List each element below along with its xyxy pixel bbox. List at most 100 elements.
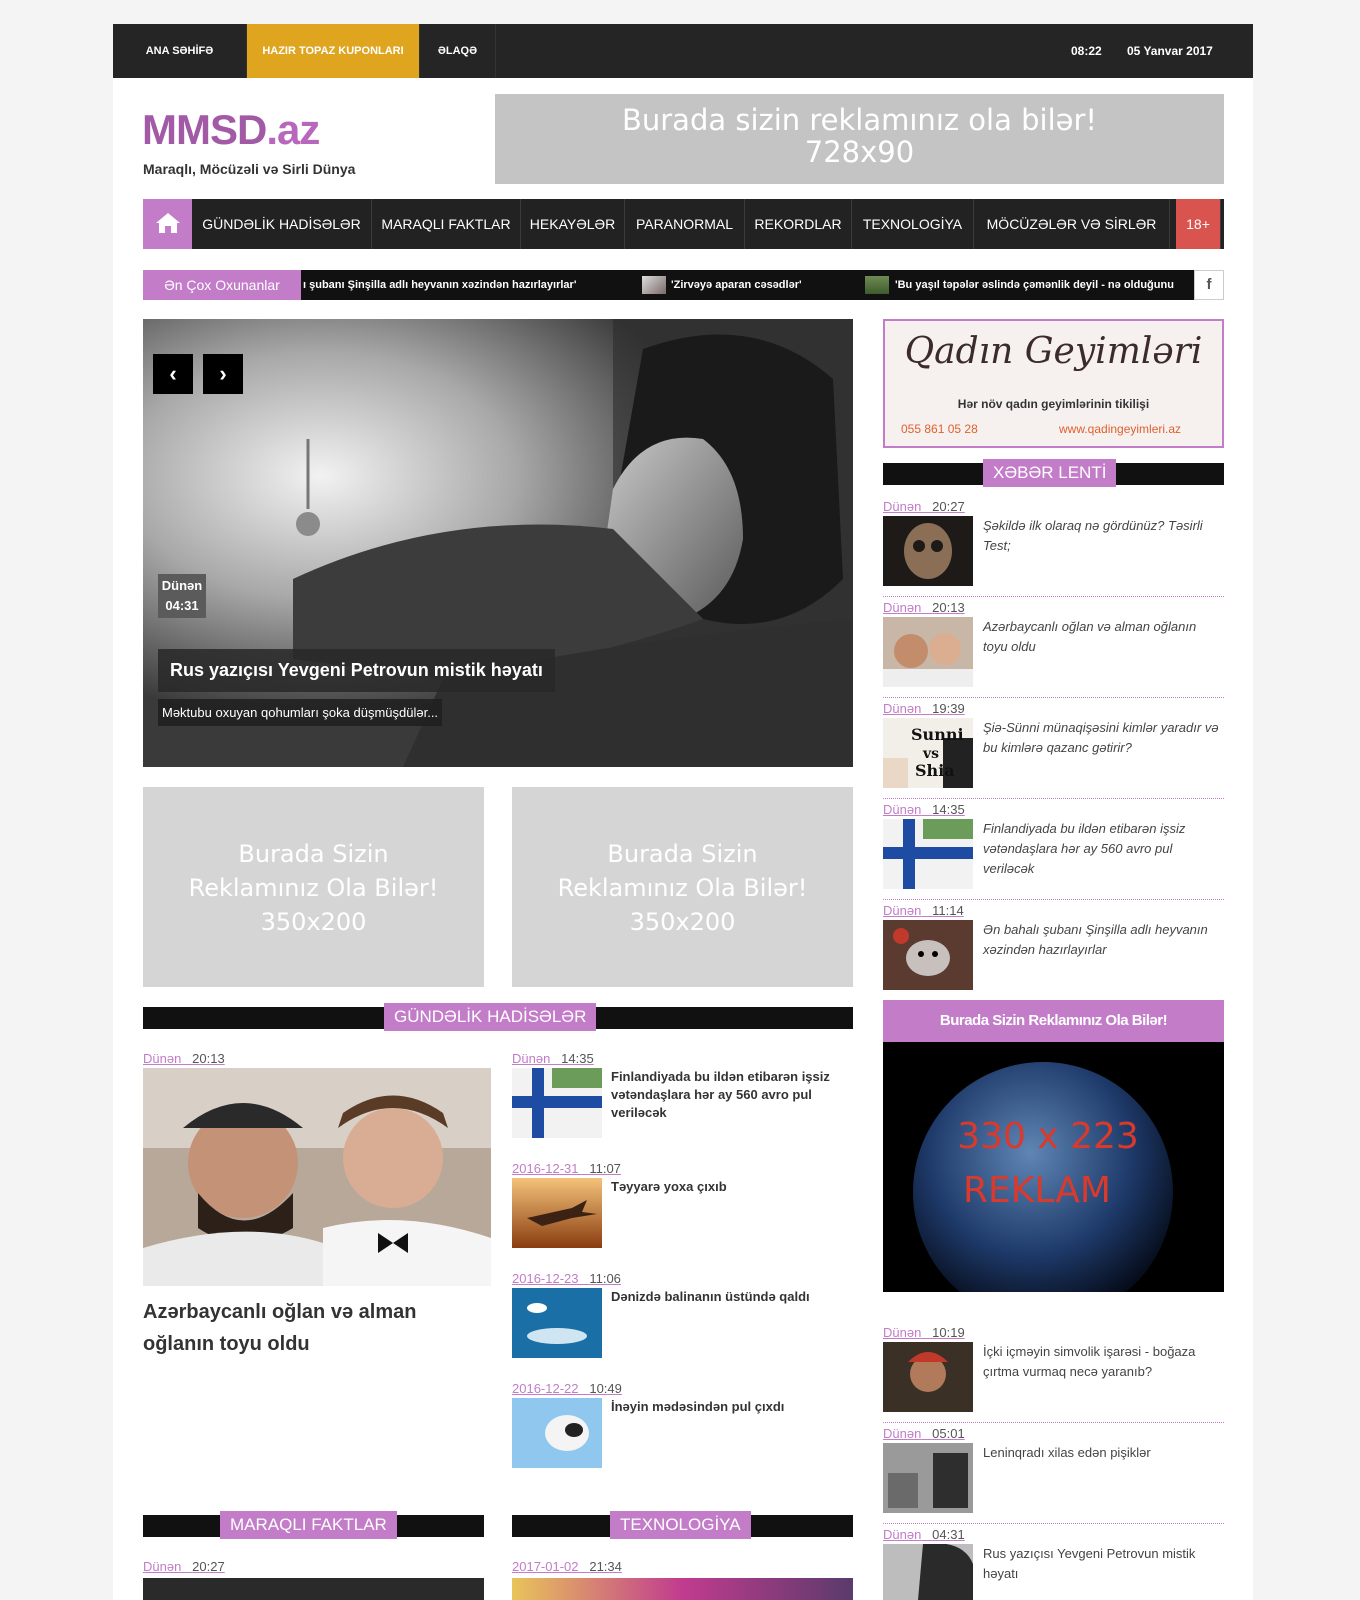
featured-date: Dünən 20:13 [143, 1051, 225, 1066]
item-thumb[interactable] [512, 1398, 602, 1468]
ad-330x223[interactable]: Burada Sizin Reklamınız Ola Bilər! 330 x… [883, 1000, 1224, 1292]
divider [883, 1523, 1224, 1524]
item-thumb[interactable] [512, 1068, 602, 1138]
featured-image[interactable] [143, 1068, 491, 1286]
divider [883, 899, 1224, 900]
slider-prev-button[interactable]: ‹ [153, 354, 193, 394]
item-thumb[interactable] [512, 1578, 853, 1600]
section-title[interactable]: MARAQLI FAKTLAR [220, 1511, 397, 1539]
divider [883, 798, 1224, 799]
site-logo[interactable]: MMSD.az [142, 106, 320, 154]
news-date: Dünən 05:01 [883, 1426, 965, 1441]
news-title[interactable]: İçki içməyin simvolik işarəsi - boğaza ç… [983, 1342, 1223, 1382]
ticker-item[interactable]: 'Bu yaşıl təpələr əslində çəmənlik deyil… [895, 270, 1174, 300]
slider-next-button[interactable]: › [203, 354, 243, 394]
ad-subtitle: Hər növ qadın geyimlərinin tikilişi [957, 397, 1150, 411]
featured-title[interactable]: Azərbaycanlı oğlan və alman oğlanın toyu… [143, 1296, 483, 1360]
ad-title: Qadın Geyimləri [904, 331, 1203, 372]
section-header-texno: TEXNOLOGİYA [512, 1511, 853, 1539]
news-title[interactable]: Finlandiyada bu ildən etibarən işsiz vət… [983, 819, 1223, 879]
slide-title[interactable]: Rus yazıçısı Yevgeni Petrovun mistik həy… [158, 649, 555, 692]
ticker-thumb [642, 276, 666, 294]
news-thumb[interactable]: Sunni vs Shia [883, 718, 973, 788]
news-date: Dünən 14:35 [883, 802, 965, 817]
news-title[interactable]: Rus yazıçısı Yevgeni Petrovun mistik həy… [983, 1544, 1223, 1584]
site-tagline: Maraqlı, Möcüzəli və Sirli Dünya [143, 161, 356, 177]
ad-header: Burada Sizin Reklamınız Ola Bilər! [883, 1000, 1224, 1042]
item-title[interactable]: İnəyin mədəsindən pul çıxdı [611, 1398, 851, 1416]
news-thumb[interactable] [883, 819, 973, 889]
news-date: Dünən 11:14 [883, 903, 964, 918]
news-thumb[interactable] [883, 617, 973, 687]
nav-hekayeler[interactable]: HEKAYƏLƏR [521, 199, 625, 249]
news-date: Dünən 20:13 [883, 600, 965, 615]
news-date: Dünən 20:27 [883, 499, 965, 514]
section-header-faktlar: MARAQLI FAKTLAR [143, 1511, 484, 1539]
ad-350x200-left[interactable]: Burada Sizin Reklamınız Ola Bilər! 350x200 [143, 787, 484, 987]
nav-faktlar[interactable]: MARAQLI FAKTLAR [372, 199, 521, 249]
section-title[interactable]: GÜNDƏLİK HADİSƏLƏR [384, 1003, 597, 1031]
category-nav: GÜNDƏLİK HADİSƏLƏR MARAQLI FAKTLAR HEKAY… [143, 199, 1224, 249]
news-date: Dünən 19:39 [883, 701, 965, 716]
current-date: 05 Yanvar 2017 [1127, 44, 1213, 58]
most-read-ticker: Ən Çox Oxunanlar ı şubanı Şinşilla adlı … [143, 270, 1224, 300]
topnav-coupons-link[interactable]: HAZIR TOPAZ KUPONLARI [247, 24, 420, 78]
svg-text:Sunni: Sunni [911, 725, 964, 744]
qadin-geyimleri-ad[interactable]: Qadın Geyimləri Hər növ qadın geyimlərin… [883, 319, 1224, 448]
topnav-contact-link[interactable]: ƏLAQƏ [420, 24, 496, 78]
section-title[interactable]: TEXNOLOGİYA [610, 1511, 751, 1539]
item-date: 2016-12-22 10:49 [512, 1381, 622, 1396]
divider [883, 697, 1224, 698]
ticker-item[interactable]: ı şubanı Şinşilla adlı heyvanın xəzindən… [303, 270, 576, 300]
item-title[interactable]: Dənizdə balinanın üstündə qaldı [611, 1288, 851, 1306]
ticker-item[interactable]: 'Zirvəyə aparan cəsədlər' [671, 270, 802, 300]
facebook-icon[interactable]: f [1194, 270, 1224, 300]
divider [883, 1422, 1224, 1423]
news-thumb[interactable] [883, 516, 973, 586]
section-header-news: XƏBƏR LENTİ [883, 459, 1224, 487]
featured-slider[interactable]: ‹ › Dünən 04:31 Rus yazıçısı Yevgeni Pet… [143, 319, 853, 767]
news-title[interactable]: Leninqradı xilas edən pişiklər [983, 1443, 1223, 1463]
news-title[interactable]: Ən bahalı şubanı Şinşilla adlı heyvanın … [983, 920, 1223, 960]
ticker-label: Ən Çox Oxunanlar [143, 270, 301, 300]
news-date: Dünən 04:31 [883, 1527, 965, 1542]
ad-phone: 055 861 05 28 [901, 422, 978, 436]
news-title[interactable]: Şiə-Sünni münaqişəsini kimlər yaradır və… [983, 718, 1223, 758]
news-title[interactable]: Şəkildə ilk olaraq nə gördünüz? Təsirli … [983, 516, 1223, 556]
item-date: Dünən 14:35 [512, 1051, 594, 1066]
news-thumb[interactable] [883, 920, 973, 990]
ad-word-text: REKLAM [963, 1170, 1111, 1211]
ad-size: 728x90 [804, 135, 915, 169]
slide-excerpt: Məktubu oxuyan qohumları şoka düşmüşdülə… [158, 699, 443, 726]
nav-adult[interactable]: 18+ [1176, 199, 1221, 249]
planet-image [883, 1042, 1224, 1292]
ad-350x200-right[interactable]: Burada Sizin Reklamınız Ola Bilər! 350x200 [512, 787, 853, 987]
svg-text:vs: vs [922, 746, 939, 762]
item-thumb[interactable] [512, 1178, 602, 1248]
current-time: 08:22 [1071, 44, 1102, 58]
top-bar: ANA SƏHİFƏ HAZIR TOPAZ KUPONLARI ƏLAQƏ 0… [113, 24, 1253, 78]
ad-text: Burada sizin reklamınız ola bilər! [621, 103, 1098, 137]
news-thumb[interactable] [883, 1544, 973, 1600]
nav-paranormal[interactable]: PARANORMAL [625, 199, 745, 249]
ticker-thumb [865, 276, 889, 294]
topnav-home-link[interactable]: ANA SƏHİFƏ [113, 24, 247, 78]
nav-rekordlar[interactable]: REKORDLAR [745, 199, 852, 249]
item-date: 2016-12-23 11:06 [512, 1271, 621, 1286]
home-icon [156, 213, 180, 233]
top-banner-ad[interactable]: Burada sizin reklamınız ola bilər! 728x9… [495, 94, 1224, 184]
nav-mocuzeler[interactable]: MÖCÜZƏLƏR VƏ SİRLƏR [974, 199, 1170, 249]
nav-gundelik[interactable]: GÜNDƏLİK HADİSƏLƏR [192, 199, 372, 249]
section-title[interactable]: XƏBƏR LENTİ [983, 459, 1117, 487]
item-date: 2017-01-02 21:34 [512, 1559, 622, 1574]
home-button[interactable] [143, 199, 192, 249]
news-thumb[interactable] [883, 1342, 973, 1412]
news-title[interactable]: Azərbaycanlı oğlan və alman oğlanın toyu… [983, 617, 1223, 657]
news-thumb[interactable] [883, 1443, 973, 1513]
item-title[interactable]: Təyyarə yoxa çıxıb [611, 1178, 851, 1196]
nav-texnologiya[interactable]: TEXNOLOGİYA [852, 199, 974, 249]
item-thumb[interactable] [512, 1288, 602, 1358]
svg-text:Shia: Shia [915, 761, 955, 780]
item-title[interactable]: Finlandiyada bu ildən etibarən işsiz vət… [611, 1068, 851, 1122]
item-thumb[interactable] [143, 1578, 484, 1600]
